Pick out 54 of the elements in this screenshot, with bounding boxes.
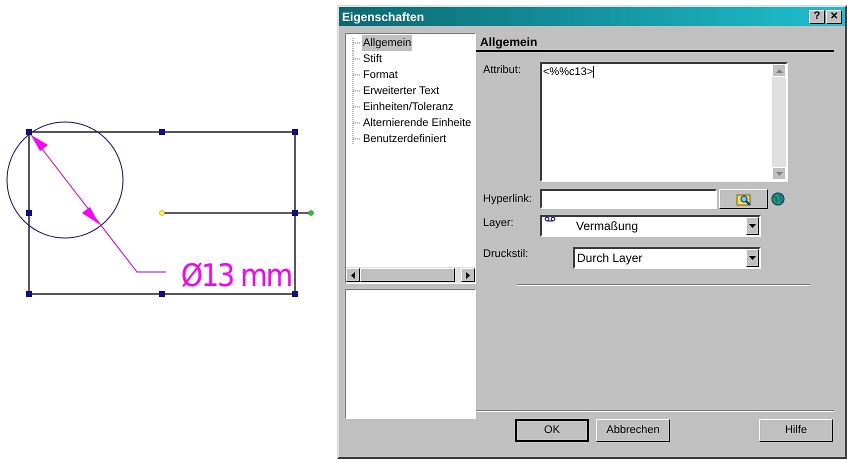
scroll-right-button[interactable]	[461, 268, 475, 282]
endpoint-grip[interactable]	[159, 210, 165, 216]
tree-line-icon	[352, 99, 362, 115]
layer-icon	[544, 217, 556, 223]
attribute-value: <%%c13>	[543, 66, 594, 78]
caret-icon	[749, 224, 756, 228]
tree-line-icon	[352, 131, 362, 147]
tree-line-icon	[352, 51, 362, 67]
browse-button[interactable]	[719, 189, 768, 209]
help-button[interactable]: ?	[809, 10, 825, 24]
field-label: Hyperlink:	[482, 192, 533, 207]
layer-value: Vermaßung	[576, 218, 640, 235]
field-label: Attribut:	[482, 63, 522, 78]
dialog-button[interactable]: Hilfe	[759, 419, 833, 442]
scroll-down-button[interactable]	[772, 167, 786, 180]
caret-icon	[749, 256, 756, 260]
endpoint-grip[interactable]	[308, 210, 314, 216]
up-arrow-icon	[776, 68, 782, 72]
left-arrow-icon	[351, 272, 355, 278]
dropdown-button[interactable]	[746, 249, 759, 267]
close-button[interactable]: ✕	[826, 10, 842, 24]
tree-item[interactable]: Erweiterter Text	[362, 82, 440, 100]
tree-item[interactable]: Allgemein	[362, 34, 412, 52]
window-title: Eigenschaften	[342, 8, 424, 26]
down-arrow-icon	[776, 172, 782, 176]
right-arrow-icon	[466, 272, 470, 278]
tree-item[interactable]: Alternierende Einheite	[362, 114, 472, 132]
tree-item[interactable]: Benutzerdefiniert	[362, 130, 448, 148]
folder-search-icon	[736, 192, 752, 206]
attribute-textarea[interactable]: <%%c13>	[540, 62, 788, 182]
print-style-dropdown[interactable]: Durch Layer	[573, 247, 761, 269]
globe-icon[interactable]	[771, 190, 785, 208]
dropdown-button[interactable]	[746, 217, 759, 235]
tree-line-icon	[352, 67, 362, 83]
tree-line-icon	[352, 83, 362, 99]
layer-dropdown[interactable]: Vermaßung	[540, 215, 761, 237]
tree-line-icon	[352, 115, 362, 131]
scroll-up-button[interactable]	[772, 64, 786, 77]
section-title: Allgemein	[479, 34, 538, 49]
dimension-label: Ø13 mm	[181, 258, 293, 294]
scroll-left-button[interactable]	[346, 268, 360, 282]
field-label: Layer:	[482, 216, 515, 231]
tree-item[interactable]: Einheiten/Toleranz	[362, 98, 455, 116]
hyperlink-field[interactable]	[540, 189, 717, 209]
print-style-value: Durch Layer	[577, 250, 644, 267]
field-label: Druckstil:	[482, 247, 530, 262]
text-cursor	[593, 66, 594, 78]
horizontal-scrollbar[interactable]	[346, 267, 475, 283]
dialog-button[interactable]: OK	[515, 419, 589, 442]
tree-item[interactable]: Stift	[362, 50, 383, 68]
dialog-button[interactable]: Abbrechen	[596, 419, 670, 442]
vertical-scrollbar[interactable]	[772, 64, 786, 180]
tree-item[interactable]: Format	[362, 66, 399, 84]
scroll-thumb[interactable]	[360, 268, 455, 282]
